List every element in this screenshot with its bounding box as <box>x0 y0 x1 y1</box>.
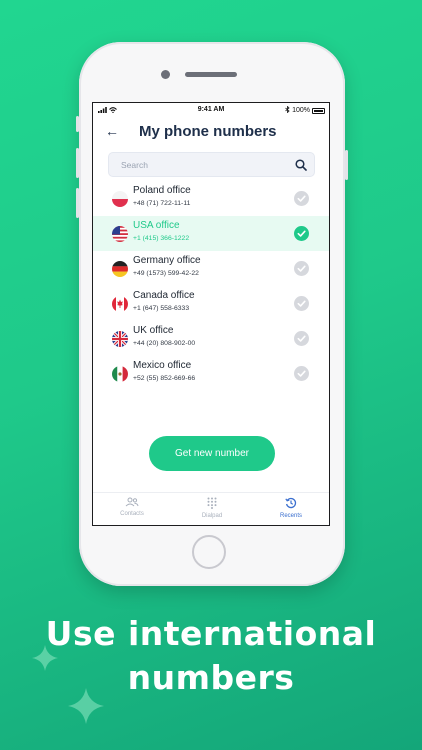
app-screen: 9:41 AM 100% ← My phone numbers Search P… <box>92 102 330 526</box>
germany-flag-icon <box>112 261 128 277</box>
contacts-icon <box>125 497 139 507</box>
check-icon[interactable] <box>294 331 309 346</box>
bluetooth-icon <box>285 105 290 115</box>
get-new-number-button[interactable]: Get new number <box>149 436 275 471</box>
office-name: Mexico office <box>133 360 192 371</box>
list-item[interactable]: Germany office +49 (1573) 599-42-22 <box>93 251 329 286</box>
office-name: Poland office <box>133 185 191 196</box>
phone-number-list: Poland office +48 (71) 722-11-11 USA off… <box>93 181 329 391</box>
office-number: +49 (1573) 599-42-22 <box>133 270 199 277</box>
volume-button <box>76 148 79 178</box>
tab-label: Recents <box>279 513 302 519</box>
promo-headline-line1: Use international <box>45 614 377 653</box>
list-item[interactable]: Mexico office +52 (55) 852-669-66 <box>93 356 329 391</box>
home-button[interactable] <box>192 535 226 569</box>
check-icon[interactable] <box>294 191 309 206</box>
poland-flag-icon <box>112 191 128 207</box>
office-name: Canada office <box>133 290 195 301</box>
usa-flag-icon <box>112 226 128 242</box>
mexico-flag-icon <box>112 366 128 382</box>
canada-flag-icon <box>112 296 128 312</box>
list-item[interactable]: Canada office +1 (647) 558-6333 <box>93 286 329 321</box>
status-bar: 9:41 AM 100% <box>93 103 329 117</box>
volume-button <box>76 116 79 132</box>
battery-percent: 100% <box>292 107 310 114</box>
page-title: My phone numbers <box>139 123 277 140</box>
header: ← My phone numbers <box>93 119 329 147</box>
list-item[interactable]: Poland office +48 (71) 722-11-11 <box>93 181 329 216</box>
check-icon[interactable] <box>294 296 309 311</box>
tab-contacts[interactable]: Contacts <box>102 497 162 517</box>
search-icon[interactable] <box>295 159 307 171</box>
tab-recents[interactable]: Recents <box>261 497 321 519</box>
volume-button <box>76 188 79 218</box>
dialpad-icon <box>207 497 217 509</box>
search-input[interactable]: Search <box>108 152 315 177</box>
tab-label: Contacts <box>120 511 144 517</box>
power-button <box>345 150 348 180</box>
battery-icon <box>312 107 325 114</box>
check-icon[interactable] <box>294 226 309 241</box>
tab-bar: Contacts Dialpad Recents <box>93 492 329 525</box>
office-number: +44 (20) 808-902-00 <box>133 340 196 347</box>
list-item[interactable]: UK office +44 (20) 808-902-00 <box>93 321 329 356</box>
status-right: 100% <box>285 105 325 115</box>
office-name: USA office <box>133 220 180 231</box>
front-camera <box>161 70 170 79</box>
office-number: +1 (647) 558-6333 <box>133 305 190 312</box>
promo-headline-line2: numbers <box>127 658 295 697</box>
arrow-left-icon[interactable]: ← <box>105 123 119 139</box>
uk-flag-icon <box>112 331 128 347</box>
office-number: +1 (415) 366-1222 <box>133 235 190 242</box>
list-item-selected[interactable]: USA office +1 (415) 366-1222 <box>93 216 329 251</box>
office-number: +48 (71) 722-11-11 <box>133 200 191 207</box>
office-name: UK office <box>133 325 174 336</box>
check-icon[interactable] <box>294 261 309 276</box>
earpiece-speaker <box>185 72 237 77</box>
tab-label: Dialpad <box>201 513 223 519</box>
search-placeholder: Search <box>121 160 148 170</box>
history-icon <box>285 497 297 509</box>
office-number: +52 (55) 852-669-66 <box>133 375 196 382</box>
check-icon[interactable] <box>294 366 309 381</box>
tab-dialpad[interactable]: Dialpad <box>182 497 242 519</box>
office-name: Germany office <box>133 255 201 266</box>
